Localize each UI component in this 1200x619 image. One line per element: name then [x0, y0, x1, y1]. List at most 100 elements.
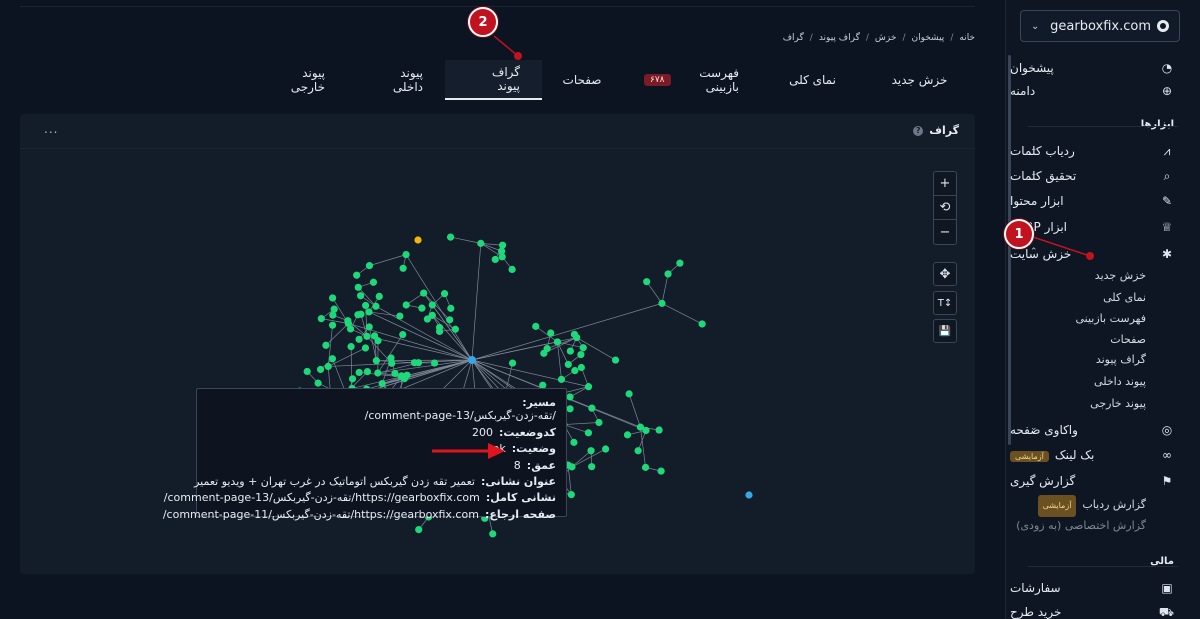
chevron-up-icon: ⌃ [1030, 247, 1038, 257]
audit-count-badge: ۶۷۸ [644, 74, 671, 86]
breadcrumb-separator: / [950, 33, 954, 43]
breadcrumb-link-graph[interactable]: گراف پیوند [819, 33, 860, 43]
graph-node [498, 253, 506, 261]
graph-edge [375, 305, 473, 361]
bug-icon: ✱ [1161, 247, 1173, 261]
tab-internal-links[interactable]: پیوند داخلی [347, 60, 445, 100]
site-selector[interactable]: ⌄ gearboxfix.com [1020, 10, 1180, 42]
tab-audit-list[interactable]: فهرست بازبینی ۶۷۸ [622, 60, 761, 100]
graph-node [361, 344, 370, 352]
sidebar-sub-internal-links[interactable]: پیوند داخلی [1010, 372, 1200, 392]
graph-node [344, 317, 352, 325]
tooltip-path-value: /تقه-زدن-گیربکس/comment-page-13/ [364, 409, 556, 423]
site-domain: gearboxfix.com [1050, 18, 1151, 34]
graph-edge [325, 323, 349, 346]
sidebar-sub-new-crawl[interactable]: خزش جدید [1010, 266, 1200, 286]
tab-new-crawl[interactable]: خزش جدید [864, 60, 975, 100]
sidebar-item-content-tool[interactable]: ✎ ابزار محتوا [1010, 190, 1200, 212]
graph-node [508, 265, 516, 274]
section-title-tools: ابزارها [1140, 119, 1174, 130]
fit-screen-button[interactable]: ✥ [933, 262, 957, 286]
sidebar-sub-tracker-report[interactable]: گزارش ردیابآزمایشی [1010, 495, 1200, 517]
graph-node [446, 233, 455, 241]
annotation-line-2 [493, 35, 519, 57]
graph-node [588, 404, 596, 412]
tab-pages[interactable]: صفحات [542, 60, 622, 100]
tab-overview[interactable]: نمای کلی [761, 60, 864, 100]
tab-link-graph[interactable]: گراف پیوند [445, 60, 542, 100]
chevron-down-icon: ⌄ [1030, 169, 1038, 179]
zoom-out-button[interactable]: − [934, 220, 956, 244]
breadcrumb-separator: / [865, 33, 869, 43]
sidebar-item-rank-tracker[interactable]: ⩘ ⌄ ردیاب کلمات [1010, 140, 1200, 162]
graph-edge [557, 341, 569, 365]
compass-icon: ◎ [1161, 423, 1173, 437]
header-divider [20, 6, 975, 7]
sidebar-sub-link-graph[interactable]: گراف پیوند [1010, 350, 1200, 370]
sidebar-sub-audit-list[interactable]: فهرست بازبینی [1010, 309, 1200, 329]
text-size-button[interactable]: T↕ [933, 291, 957, 315]
breadcrumb-dashboard[interactable]: پیشخوان [911, 33, 944, 43]
graph-node [430, 359, 439, 367]
graph-node [330, 305, 338, 313]
divider [1028, 566, 1178, 567]
graph-node [346, 325, 355, 333]
sidebar-item-domain[interactable]: ⊕ دامنه [1010, 80, 1200, 102]
sidebar-item-buy-plan[interactable]: ⛟ خرید طرح [1010, 601, 1200, 619]
graph-node [348, 375, 357, 383]
graph-node [643, 278, 651, 286]
node-tooltip: مسیر: /تقه-زدن-گیربکس/comment-page-13/ ک… [163, 388, 567, 521]
graph-edge [368, 311, 473, 361]
breadcrumb-current: گراف [782, 33, 804, 43]
annotation-marker-2: 2 [468, 7, 498, 37]
sidebar-item-serp-tool[interactable]: ♕ ابزار SERP [1010, 216, 1200, 238]
graph-node [365, 262, 374, 270]
sidebar-item-dashboard[interactable]: ◔ پیشخوان [1010, 57, 1200, 79]
link-icon: ∞ [1162, 448, 1172, 462]
sidebar-item-keyword-research[interactable]: ⌕ ⌄ تحقیق کلمات [1010, 165, 1200, 187]
graph-node [363, 332, 371, 340]
reset-view-button[interactable]: ⟲ [934, 196, 956, 220]
graph-node [399, 330, 407, 339]
graph-node [355, 368, 363, 377]
graph-node [547, 329, 555, 337]
graph-node [435, 327, 444, 336]
chevron-down-icon: ⌄ [1030, 423, 1038, 433]
divider [1028, 126, 1178, 127]
graph-edge [366, 335, 473, 361]
graph-node [378, 380, 386, 388]
graph-node [698, 320, 706, 328]
graph-node [363, 367, 372, 376]
graph-node [468, 356, 476, 364]
zoom-in-button[interactable]: + [934, 172, 956, 196]
graph-node [303, 367, 311, 376]
tab-external-links[interactable]: پیوند خارجی [265, 60, 347, 100]
sidebar-item-orders[interactable]: ▣ سفارشات [1010, 577, 1200, 599]
save-image-button[interactable]: 💾 [933, 319, 957, 343]
graph-node [664, 270, 672, 278]
graph-node [328, 355, 337, 363]
sidebar-item-site-crawl[interactable]: ✱ ⌃ خزش سایت [1010, 243, 1200, 265]
graph-node [365, 323, 373, 331]
sidebar-sub-custom-report: گزارش اختصاصی (به زودی) [1016, 519, 1146, 532]
breadcrumb-crawl[interactable]: خزش [875, 33, 897, 43]
sidebar-sub-external-links[interactable]: پیوند خارجی [1010, 394, 1200, 414]
graph-edge [628, 393, 641, 428]
breadcrumb-home[interactable]: خانه [959, 33, 975, 43]
graph-node [657, 467, 665, 475]
graph-node [532, 322, 540, 330]
graph-node [491, 255, 499, 264]
graph-node [655, 426, 663, 434]
pie-chart-icon: ◔ [1161, 61, 1173, 75]
graph-node [374, 369, 382, 377]
sidebar-item-reporting[interactable]: ⚑ ⌃ گزارش گیری [1010, 470, 1200, 492]
sidebar-item-backlink[interactable]: ∞ بک لینکآزمایشی [1010, 444, 1200, 466]
graph-node [314, 379, 322, 387]
graph-node [369, 278, 378, 286]
graph-node [324, 362, 332, 371]
sidebar-item-page-audit[interactable]: ◎ ⌄ واکاوی صفحه [1010, 419, 1200, 441]
graph-node [329, 294, 337, 302]
sidebar-sub-pages[interactable]: صفحات [1010, 330, 1200, 350]
graph-edge [369, 254, 407, 266]
sidebar-sub-overview[interactable]: نمای کلی [1010, 288, 1200, 308]
